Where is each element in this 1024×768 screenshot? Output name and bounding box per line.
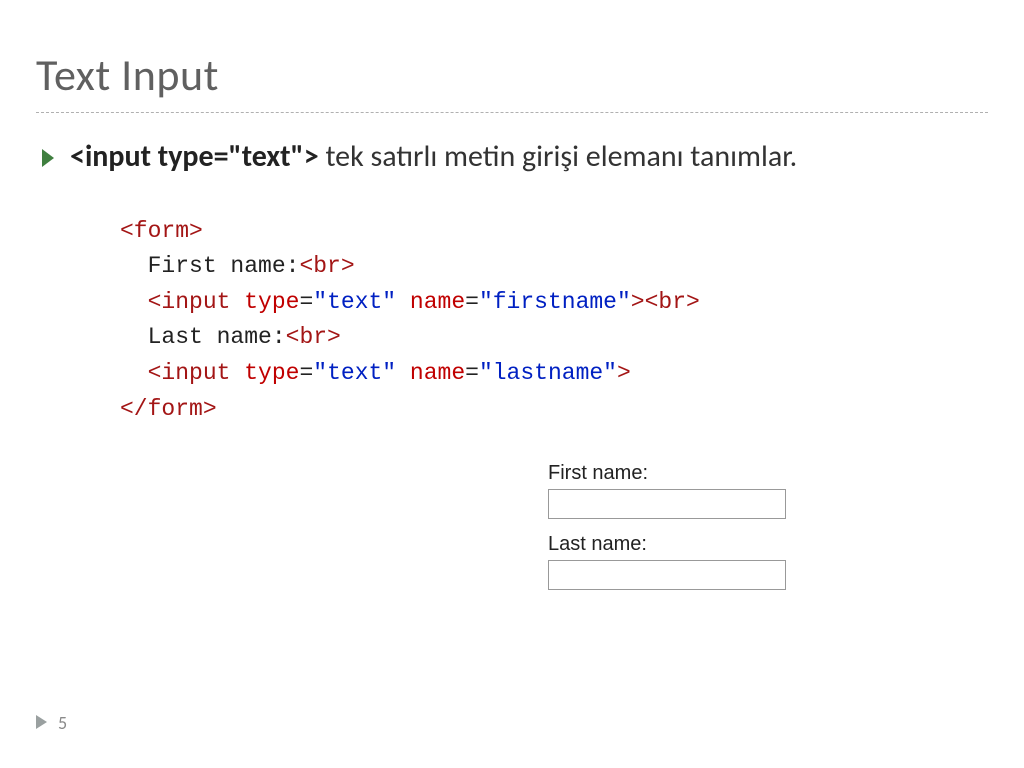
first-name-input[interactable] [548,489,786,519]
bullet-item: <input type="text"> tek satırlı metin gi… [36,137,988,178]
code-input2-close: > [617,360,631,386]
code-input1-attr2: name [410,289,465,315]
code-input1-attr1: type [244,289,299,315]
code-form-open: <form> [120,218,203,244]
code-form-close: </form> [120,396,217,422]
footer-triangle-icon [36,712,48,734]
bullet-rest: tek satırlı metin girişi elemanı tanımla… [319,138,798,175]
code-br1: <br> [299,253,354,279]
form-preview: First name: Last name: [548,462,786,604]
code-input1-val1: "text" [313,289,396,315]
slide-footer: 5 [36,712,67,734]
page-number: 5 [58,712,67,734]
first-name-label: First name: [548,462,786,485]
bullet-code: <input type="text"> [70,138,319,175]
code-input1-close: > [631,289,645,315]
code-example: <form> First name:<br> <input type="text… [120,214,988,428]
last-name-label: Last name: [548,533,786,556]
code-br2: <br> [645,289,700,315]
bullet-triangle-icon [42,149,56,172]
code-input2-attr1: type [244,360,299,386]
last-name-input[interactable] [548,560,786,590]
code-input1-val2: "firstname" [479,289,631,315]
code-input1-open: <input [148,289,231,315]
title-divider [36,112,988,113]
code-eq2a: = [299,360,313,386]
code-eq2b: = [465,360,479,386]
slide-title: Text Input [36,48,988,102]
code-label-last: Last name: [148,324,286,350]
code-input2-val2: "lastname" [479,360,617,386]
code-br3: <br> [286,324,341,350]
code-input2-open: <input [148,360,231,386]
code-eq1a: = [299,289,313,315]
code-input2-attr2: name [410,360,465,386]
code-label-first: First name: [148,253,300,279]
code-input2-val1: "text" [313,360,396,386]
bullet-text: <input type="text"> tek satırlı metin gi… [70,137,797,178]
code-eq1b: = [465,289,479,315]
